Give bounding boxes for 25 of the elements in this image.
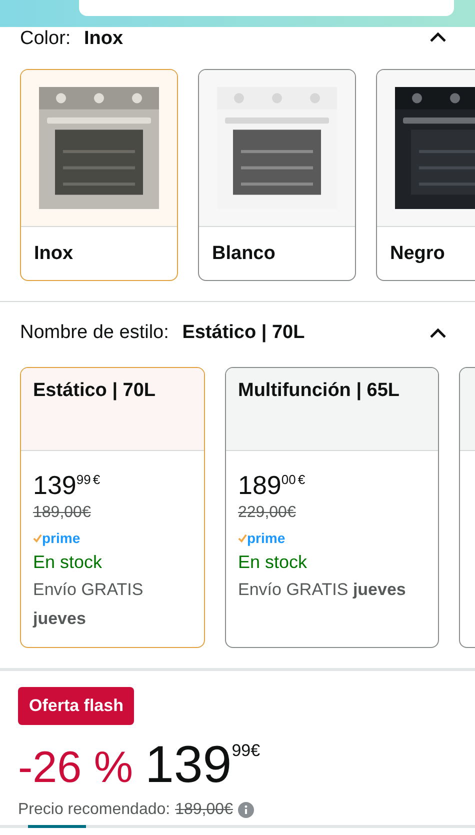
color-label: Color: Inox	[20, 28, 124, 50]
chevron-up-icon[interactable]	[429, 328, 447, 338]
delivery-info: Envío GRATIS jueves	[33, 579, 144, 630]
color-name: Negro	[390, 242, 445, 264]
style-name: Estático | 70L	[33, 380, 156, 401]
chevron-up-icon[interactable]	[429, 32, 447, 42]
color-option[interactable]: Blanco	[198, 69, 356, 281]
style-name: Multifunción | 65L	[238, 380, 400, 401]
color-name: Inox	[34, 242, 74, 264]
prime-badge: prime	[33, 530, 80, 546]
color-name: Blanco	[212, 242, 276, 264]
recommended-price-label: Precio recomendado:	[18, 801, 170, 819]
color-option[interactable]: Negro	[376, 69, 475, 281]
stock-status: En stock	[238, 552, 308, 573]
stock-status: En stock	[33, 552, 102, 573]
prime-badge: prime	[238, 530, 286, 546]
style-label: Nombre de estilo: Estático | 70L	[20, 322, 305, 344]
list-price: 229,00€	[238, 504, 296, 522]
list-price: 189,00€	[33, 504, 91, 522]
color-option[interactable]: Inox	[20, 69, 178, 281]
delivery-info: Envío GRATIS jueves	[238, 579, 406, 601]
deal-badge: Oferta flash	[18, 687, 134, 725]
recommended-price: 189,00€	[175, 801, 233, 819]
discount-percent: -26 %	[18, 746, 133, 790]
info-icon[interactable]	[238, 802, 254, 818]
